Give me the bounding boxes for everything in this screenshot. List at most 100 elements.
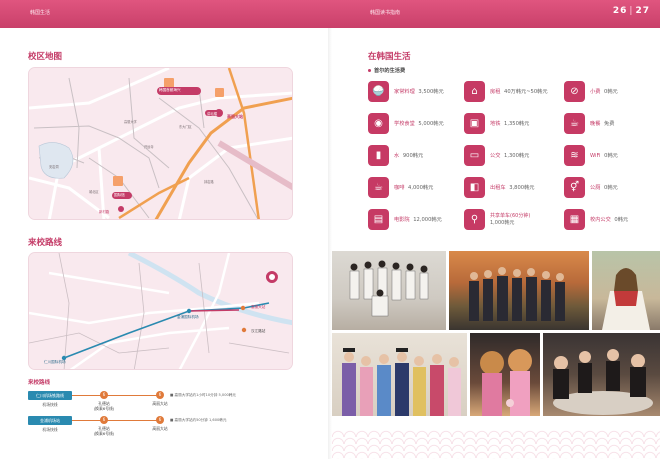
campus-map[interactable]: 安岩洞 高丽大学 东大门区 城北区 钟岩路 开运寺 韩国首都海兴 高丽大站 讲坛楼 国… [28, 67, 293, 220]
cost-value: 4,000韩元 [408, 185, 434, 191]
cost-value: 1,300韩元 [504, 153, 530, 159]
bus-icon: ▭ [464, 145, 485, 166]
cost-text: 房租 40万韩元~50韩元 [490, 88, 548, 95]
cost-value: 0韩元 [604, 185, 618, 191]
cost-name: 共享单车(60分钟) [490, 213, 531, 219]
svg-text:高丽大学: 高丽大学 [124, 119, 137, 124]
map-label-gimpo: 金浦国际机场 [177, 315, 199, 319]
decorative-wave-pattern [332, 430, 660, 459]
svg-text:钟岩路: 钟岩路 [204, 179, 214, 184]
left-running-head: 韩国生活 [30, 10, 51, 16]
map-label-lecture: 讲坛楼 [207, 112, 218, 116]
cost-text: 咖啡 4,000韩元 [394, 184, 433, 191]
subway-icon: ▣ [464, 113, 485, 134]
cost-name: 房租 [490, 89, 501, 95]
route-dest-node: 6 [156, 416, 164, 424]
route-map[interactable]: 仁川国际机场 金浦国际机场 高丽大站 汉江路站 [28, 252, 293, 370]
cost-name: 咖啡 [394, 185, 405, 191]
page-number-left: 26 [612, 6, 628, 16]
svg-text:城北区: 城北区 [89, 189, 99, 194]
routes-heading: 来校路线 [28, 380, 51, 386]
route-mode: 机场快线 [42, 427, 58, 432]
map-label-road: 新村路 [99, 210, 110, 214]
route-mode: 机场快线 [42, 402, 58, 407]
route-origin: 仁川机场铁路线 [28, 391, 72, 400]
wifi-icon: ≋ [564, 145, 585, 166]
cost-name: 家常料理 [394, 89, 415, 95]
campus-map-title: 校区地图 [28, 52, 63, 62]
cost-item: 🍚 家常料理 3,500韩元 [368, 81, 460, 103]
photo-taekwondo [332, 251, 446, 330]
cinema-icon: ▤ [368, 209, 389, 230]
route-origin: 金浦机场站 [28, 416, 72, 425]
photo-hanbok-group [332, 333, 467, 416]
route-dest-node: 6 [156, 391, 164, 399]
cost-item: ≋ WiFi 0韩元 [564, 145, 656, 167]
cost-name: 公厕 [590, 185, 601, 191]
route-transfer-node: 6 [100, 391, 108, 399]
cost-value: 免费 [604, 121, 615, 127]
photo-dinner [543, 333, 660, 416]
water-icon: ▮ [368, 145, 389, 166]
cost-value: 0韩元 [604, 153, 618, 159]
cost-name: 公交 [490, 153, 501, 159]
cost-text: 小费 0韩元 [590, 88, 618, 95]
cost-value: 1,350韩元 [504, 121, 530, 127]
cost-item: ⚥ 公厕 0韩元 [564, 177, 656, 199]
cost-item: ▦ 校内公交 0韩元 [564, 209, 656, 231]
cost-value: 5,000韩元 [418, 121, 444, 127]
cost-item: ▮ 水 900韩元 [368, 145, 460, 167]
cost-value: 40万韩元~50韩元 [504, 89, 548, 95]
photo-mascots [470, 333, 540, 416]
map-label-lotte: 韩国首都海兴 [159, 88, 181, 92]
cost-text: 晚餐 免费 [590, 120, 614, 127]
coffee-icon: ☕ [368, 177, 389, 198]
bicycle-icon: ⚲ [464, 209, 485, 230]
route-transfer-node: 6 [100, 416, 108, 424]
header-bar: 韩国生活 韩国读书指南 26 | 27 [0, 0, 660, 28]
photo-autumn-group [449, 251, 589, 330]
route-summary: ■ 高丽大学站约1小时10分钟 5,000韩元 [170, 393, 236, 397]
cost-value: 12,000韩元 [413, 217, 442, 223]
house-icon: ⌂ [464, 81, 485, 102]
cost-text: 水 900韩元 [394, 152, 423, 159]
page-numbers: 26 | 27 [612, 6, 650, 16]
cost-name: 晚餐 [590, 121, 601, 127]
map-label-airport: 仁川国际机场 [44, 360, 66, 364]
cost-item: ⚲ 共享单车(60分钟) 1,000韩元 [464, 209, 556, 231]
takeout-icon: ☕ [564, 113, 585, 134]
cost-text: 校内公交 0韩元 [590, 216, 628, 223]
cost-item: ☕ 晚餐 免费 [564, 113, 656, 135]
cost-value: 1,000韩元 [490, 219, 515, 226]
cost-text: 共享单车(60分钟) 1,000韩元 [490, 213, 550, 226]
cost-text: 地铁 1,350韩元 [490, 120, 529, 127]
route-line [72, 395, 158, 396]
photo-hanbok-portrait [592, 251, 660, 330]
route-transfer: 孔德站 (换乘6号线) [93, 426, 115, 436]
cost-item: ⌂ 房租 40万韩元~50韩元 [464, 81, 556, 103]
cost-name: 校内公交 [590, 217, 611, 223]
cost-name: 地铁 [490, 121, 501, 127]
cost-item: ▭ 公交 1,300韩元 [464, 145, 556, 167]
route-transfer: 孔德站 (换乘6号线) [93, 401, 115, 411]
school-bus-icon: ▦ [564, 209, 585, 230]
cost-item: ◉ 学校食堂 5,000韩元 [368, 113, 460, 135]
route-line [72, 420, 158, 421]
cafeteria-icon: ◉ [368, 113, 389, 134]
cost-value: 0韩元 [614, 217, 629, 223]
route-dest-name: 高丽大站 [152, 401, 168, 406]
living-cost-subtitle: 首尔的生活费 [368, 67, 405, 74]
cost-item: ▤ 电影院 12,000韩元 [368, 209, 460, 231]
living-section-title: 在韩国生活 [368, 52, 411, 62]
cost-name: 出租车 [490, 185, 506, 191]
svg-text:开运寺: 开运寺 [144, 144, 154, 149]
route-summary: ■ 高丽大学站约50分钟 1,600韩元 [170, 418, 227, 422]
cost-item: ◧ 出租车 3,800韩元 [464, 177, 556, 199]
right-running-head: 韩国读书指南 [370, 10, 401, 16]
map-label-gate: 国际馆 [114, 193, 125, 197]
map-label-school: 高丽大站 [251, 305, 266, 309]
taxi-icon: ◧ [464, 177, 485, 198]
page-number-right: 27 [635, 6, 650, 16]
cost-value: 900韩元 [402, 153, 424, 159]
cost-text: 出租车 3,800韩元 [490, 184, 534, 191]
